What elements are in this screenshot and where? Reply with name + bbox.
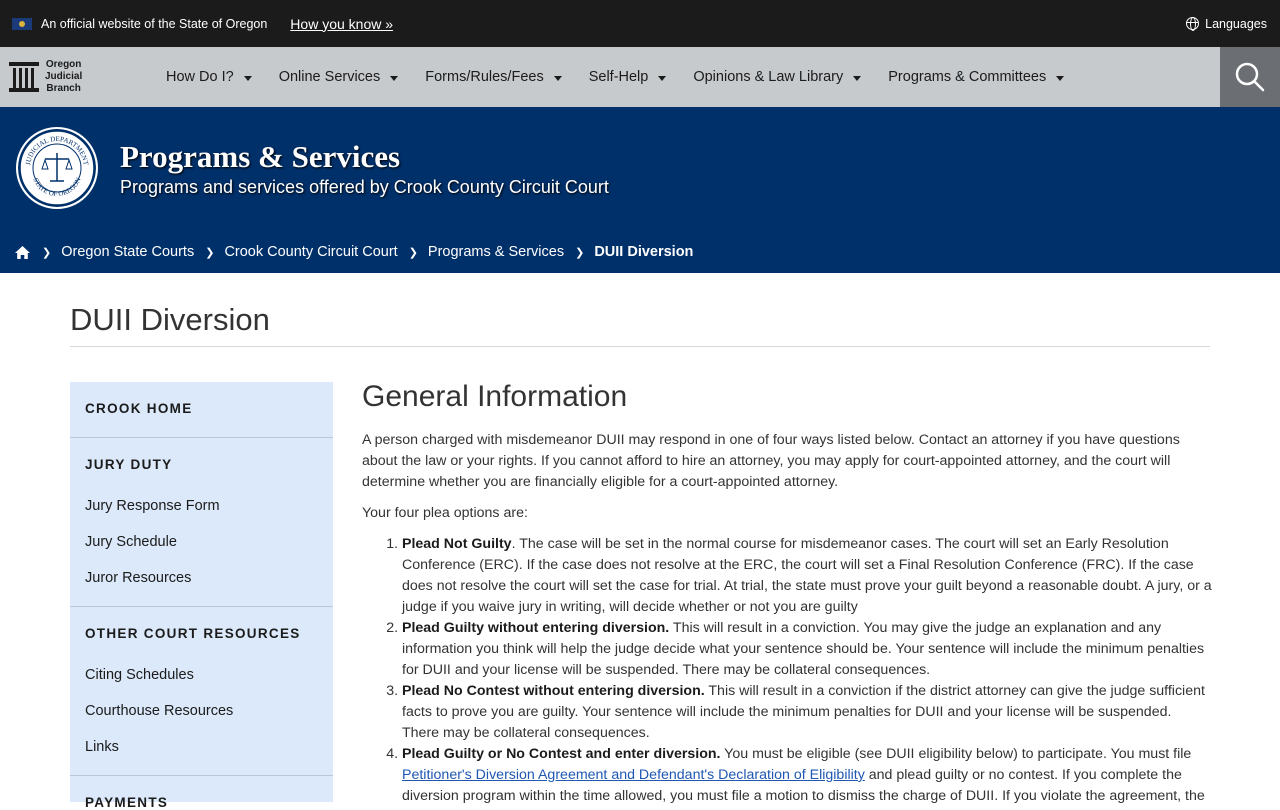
breadcrumb-programs-services[interactable]: Programs & Services [428, 244, 564, 260]
seal-icon: JUDICIAL DEPARTMENT STATE OF OREGON [19, 130, 95, 206]
nav-online-services[interactable]: Online Services [279, 69, 399, 85]
plea-options-list: Plead Not Guilty. The case will be set i… [362, 534, 1212, 807]
nav-self-help[interactable]: Self-Help [589, 69, 667, 85]
options-label: Your four plea options are: [362, 505, 528, 521]
sidebar-jury-duty[interactable]: JURY DUTY [70, 457, 187, 472]
sidebar-divider [70, 606, 333, 607]
breadcrumb-oregon-state-courts[interactable]: Oregon State Courts [61, 244, 194, 260]
diversion-agreement-link[interactable]: Petitioner's Diversion Agreement and Def… [402, 767, 865, 783]
sidebar-other-court-resources[interactable]: OTHER COURT RESOURCES [70, 626, 316, 641]
main-navigation: Oregon Judicial Branch How Do I? Online … [0, 47, 1280, 107]
sidebar-citing-schedules[interactable]: Citing Schedules [70, 667, 209, 683]
breadcrumb-crook-county[interactable]: Crook County Circuit Court [224, 244, 397, 260]
sidebar-divider [70, 437, 333, 438]
chevron-right-icon: ❯ [408, 246, 418, 259]
globe-icon [1186, 17, 1200, 31]
title-divider [70, 346, 1210, 347]
sidebar-crook-home[interactable]: CROOK HOME [70, 401, 208, 416]
list-item: Plead Not Guilty. The case will be set i… [402, 534, 1212, 618]
main-content: General Information A person charged wit… [362, 380, 1212, 807]
list-item: Plead Guilty or No Contest and enter div… [402, 744, 1212, 807]
ojb-logo[interactable]: Oregon Judicial Branch [9, 59, 155, 95]
sidebar: CROOK HOME JURY DUTY Jury Response Form … [70, 382, 333, 810]
official-website-text: An official website of the State of Oreg… [41, 16, 268, 31]
sidebar-courthouse-resources[interactable]: Courthouse Resources [70, 703, 248, 719]
nav-programs-committees[interactable]: Programs & Committees [888, 69, 1065, 85]
list-item: Plead No Contest without entering divers… [402, 681, 1212, 744]
logo-text: Oregon Judicial Branch [45, 59, 83, 94]
how-you-know-link[interactable]: How you know » [290, 16, 393, 32]
section-heading: General Information [362, 380, 628, 413]
sidebar-jury-schedule[interactable]: Jury Schedule [70, 534, 192, 550]
official-banner: An official website of the State of Oreg… [0, 0, 1280, 47]
nav-forms-rules-fees[interactable]: Forms/Rules/Fees [425, 69, 562, 85]
chevron-down-icon [390, 75, 399, 81]
courthouse-pillar-icon [9, 60, 39, 94]
page-banner: JUDICIAL DEPARTMENT STATE OF OREGON Prog… [0, 107, 1280, 273]
search-button[interactable] [1220, 47, 1280, 107]
chevron-right-icon: ❯ [205, 246, 215, 259]
languages-label: Languages [1205, 16, 1267, 31]
oregon-flag-icon [12, 17, 32, 30]
page-title: DUII Diversion [70, 302, 270, 337]
intro-paragraph: A person charged with misdemeanor DUII m… [362, 432, 1180, 490]
nav-how-do-i[interactable]: How Do I? [166, 69, 252, 85]
chevron-down-icon [658, 75, 667, 81]
home-icon[interactable] [14, 245, 31, 260]
chevron-down-icon [243, 75, 252, 81]
judicial-department-seal: JUDICIAL DEPARTMENT STATE OF OREGON [16, 127, 98, 209]
banner-subtitle: Programs and services offered by Crook C… [120, 177, 609, 197]
chevron-right-icon: ❯ [575, 246, 585, 259]
sidebar-divider [70, 775, 333, 776]
banner-title: Programs & Services [120, 139, 401, 174]
nav-menu: How Do I? Online Services Forms/Rules/Fe… [166, 69, 1091, 85]
sidebar-jury-response-form[interactable]: Jury Response Form [70, 498, 235, 514]
nav-opinions-law-library[interactable]: Opinions & Law Library [693, 69, 862, 85]
search-icon [1235, 62, 1265, 92]
chevron-down-icon [1056, 75, 1065, 81]
languages-button[interactable]: Languages [1186, 17, 1267, 31]
chevron-down-icon [853, 75, 862, 81]
sidebar-links[interactable]: Links [70, 739, 134, 755]
chevron-right-icon: ❯ [42, 246, 52, 259]
sidebar-juror-resources[interactable]: Juror Resources [70, 570, 206, 586]
sidebar-payments[interactable]: PAYMENTS [70, 795, 183, 810]
breadcrumb: ❯ Oregon State Courts ❯ Crook County Cir… [14, 244, 693, 260]
chevron-down-icon [553, 75, 562, 81]
breadcrumb-current: DUII Diversion [594, 244, 694, 260]
list-item: Plead Guilty without entering diversion.… [402, 618, 1212, 681]
